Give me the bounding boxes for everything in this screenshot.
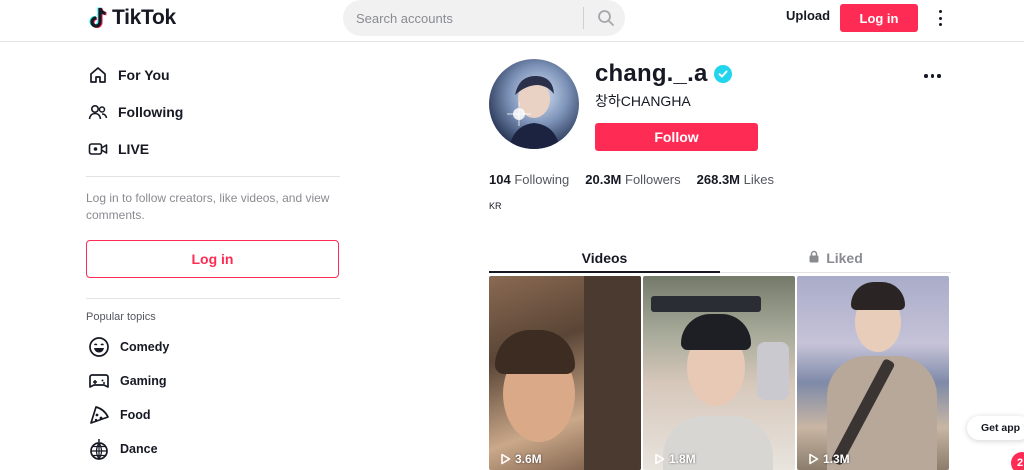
search-button[interactable] — [590, 0, 622, 36]
stat-label: Followers — [625, 172, 681, 187]
view-count-text: 1.3M — [823, 452, 850, 466]
smile-icon — [88, 336, 110, 358]
home-icon — [88, 65, 108, 85]
vertical-dots-icon[interactable] — [935, 8, 945, 28]
topic-label: Food — [120, 408, 151, 422]
lock-icon — [808, 250, 820, 266]
stat-value: 20.3M — [585, 172, 622, 187]
active-tab-indicator — [489, 271, 720, 273]
sidebar-item-for-you[interactable]: For You — [88, 65, 170, 85]
topic-food[interactable]: Food — [88, 404, 151, 426]
view-count-text: 1.8M — [669, 452, 696, 466]
play-icon — [809, 453, 819, 465]
search-divider — [583, 7, 584, 29]
more-options-icon[interactable] — [924, 74, 941, 78]
video-thumbnail[interactable]: 1.3M — [797, 276, 949, 470]
gamepad-icon — [88, 370, 110, 392]
header-login-button[interactable]: Log in — [840, 4, 918, 32]
users-icon — [88, 102, 108, 122]
sidebar-item-label: Following — [118, 104, 184, 120]
top-bar: TikTok Upload Log in — [0, 0, 1024, 42]
sidebar-item-label: For You — [118, 67, 170, 83]
video-thumbnail[interactable]: 1.8M — [643, 276, 795, 470]
play-icon — [501, 453, 511, 465]
video-grid: 3.6M 1.8M 1.3M — [489, 276, 951, 470]
logo-text: TikTok — [112, 6, 176, 29]
tab-liked[interactable]: Liked — [720, 243, 951, 272]
stat-likes: 268.3M Likes — [697, 172, 774, 187]
tiktok-note-icon — [88, 6, 110, 30]
stat-value: 268.3M — [696, 172, 741, 187]
live-camera-icon — [88, 139, 108, 159]
disco-ball-icon — [88, 438, 110, 460]
topic-label: Gaming — [120, 374, 167, 388]
profile-username: chang._.a — [595, 60, 732, 88]
login-hint-text: Log in to follow creators, like videos, … — [86, 191, 330, 222]
popular-topics-title: Popular topics — [86, 311, 156, 323]
topic-label: Dance — [120, 442, 158, 456]
video-thumbnail[interactable]: 3.6M — [489, 276, 641, 470]
stat-value: 104 — [489, 172, 511, 187]
tab-label: Videos — [581, 249, 628, 266]
stat-following[interactable]: 104 Following — [489, 172, 569, 187]
search-bar — [343, 0, 625, 36]
avatar — [489, 59, 579, 149]
search-icon — [598, 10, 614, 26]
topic-comedy[interactable]: Comedy — [88, 336, 169, 358]
tab-label: Liked — [826, 249, 863, 266]
view-count-text: 3.6M — [515, 452, 542, 466]
stat-label: Likes — [743, 172, 774, 187]
profile-stats: 104 Following 20.3M Followers 268.3M Lik… — [489, 172, 774, 187]
stat-followers[interactable]: 20.3M Followers — [585, 172, 680, 187]
verified-badge-icon — [713, 65, 732, 83]
play-icon — [655, 453, 665, 465]
profile-tabs: Videos Liked — [489, 243, 951, 273]
view-count: 1.3M — [808, 452, 850, 466]
tiktok-logo[interactable]: TikTok — [88, 6, 176, 30]
follow-button[interactable]: Follow — [595, 123, 758, 151]
topic-label: Comedy — [120, 340, 170, 354]
get-app-button[interactable]: Get app — [967, 416, 1024, 440]
notification-badge[interactable]: 2 — [1011, 452, 1024, 470]
sidebar-item-live[interactable]: LIVE — [88, 139, 149, 159]
sidebar-item-following[interactable]: Following — [88, 102, 183, 122]
topic-dance[interactable]: Dance — [88, 438, 158, 460]
profile-nickname: 창하CHANGHA — [595, 93, 691, 109]
profile-bio: KR — [489, 201, 502, 211]
search-input[interactable] — [343, 0, 583, 36]
topic-gaming[interactable]: Gaming — [88, 370, 167, 392]
upload-link[interactable]: Upload — [786, 8, 830, 23]
sidebar-item-label: LIVE — [118, 141, 150, 157]
username-text: chang._.a — [595, 60, 708, 87]
sidebar-divider — [86, 298, 340, 299]
sidebar-login-button[interactable]: Log in — [86, 240, 339, 278]
stat-label: Following — [514, 172, 570, 187]
view-count: 3.6M — [500, 452, 542, 466]
pizza-icon — [88, 404, 110, 426]
sidebar-divider — [86, 176, 340, 177]
tab-videos[interactable]: Videos — [489, 243, 720, 272]
view-count: 1.8M — [654, 452, 696, 466]
